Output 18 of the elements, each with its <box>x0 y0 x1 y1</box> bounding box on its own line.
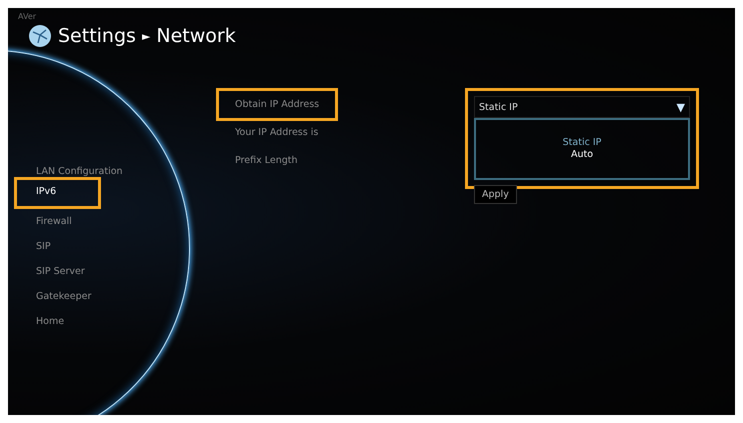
dropdown-option[interactable]: Auto <box>570 149 594 161</box>
sidebar-item[interactable]: Gatekeeper <box>14 281 94 306</box>
page-title: Settings <box>58 25 136 47</box>
page-subtitle: Network <box>156 25 236 47</box>
logo-text: AVer <box>18 12 36 21</box>
breadcrumb-separator: ► <box>142 30 150 42</box>
field-label: Obtain IP Address <box>216 88 338 121</box>
sidebar-item[interactable]: SIP <box>14 231 54 256</box>
dropdown[interactable]: Static IP ▼ <box>474 96 690 118</box>
field-label: Your IP Address is <box>234 126 320 140</box>
sidebar-item[interactable]: SIP Server <box>14 256 88 281</box>
sidebar-item[interactable]: Home <box>14 306 68 331</box>
field-label: Prefix Length <box>234 154 298 168</box>
globe-icon <box>28 24 52 48</box>
sidebar-item[interactable]: IPv6 <box>14 177 101 209</box>
sidebar-item[interactable]: Firewall <box>14 206 75 231</box>
dropdown-option[interactable]: Static IP <box>562 137 602 149</box>
apply-button[interactable]: Apply <box>474 185 517 204</box>
